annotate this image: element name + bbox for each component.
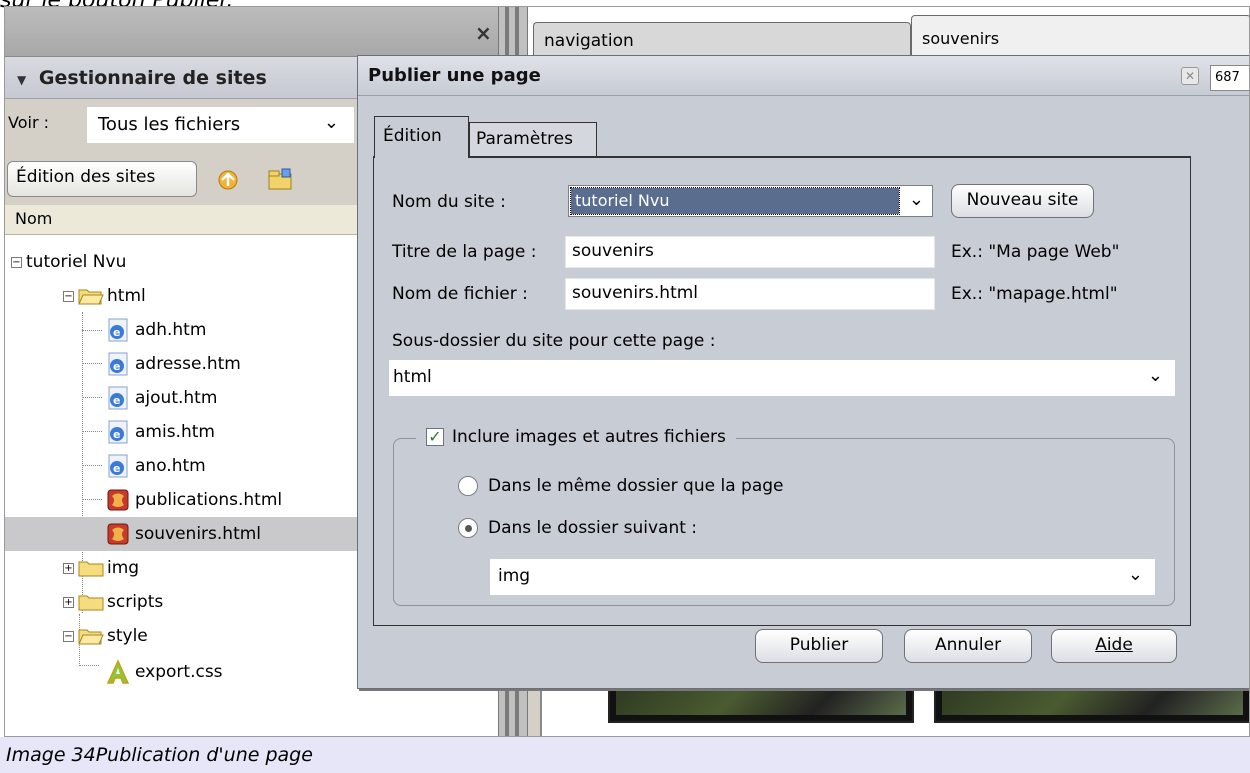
close-icon[interactable]: × xyxy=(475,21,492,45)
tree-item-label: tutoriel Nvu xyxy=(26,252,127,272)
tab-souvenirs[interactable]: souvenirs xyxy=(911,15,1249,58)
svg-text:e: e xyxy=(113,462,120,475)
collapse-icon[interactable]: − xyxy=(63,630,74,642)
ie-page-icon: e xyxy=(108,386,128,410)
tree-item-html-folder[interactable]: − html xyxy=(63,279,146,313)
tab-navigation[interactable]: navigation xyxy=(533,22,911,58)
ie-page-icon: e xyxy=(108,318,128,342)
site-manager-title: Gestionnaire de sites xyxy=(38,67,267,89)
radio-button-selected-icon[interactable] xyxy=(458,518,478,538)
include-files-legend[interactable]: ✓ Inclure images et autres fichiers xyxy=(416,427,736,447)
tree-item-css-file[interactable]: export.css xyxy=(105,655,223,689)
radio-same-folder[interactable]: Dans le même dossier que la page xyxy=(458,476,783,496)
chevron-down-icon: ⌄ xyxy=(908,189,924,210)
tree-item-label: adh.htm xyxy=(135,320,207,340)
screenshot-frame: × ▼ Gestionnaire de sites Voir : Tous le… xyxy=(4,6,1250,737)
tree-item-label: souvenirs.html xyxy=(135,524,262,544)
chevron-down-icon: ⌄ xyxy=(323,112,339,133)
dialog-title: Publier une page xyxy=(368,65,541,86)
new-site-button[interactable]: Nouveau site xyxy=(951,184,1094,218)
ie-page-icon: e xyxy=(108,420,128,444)
tree-item-label: export.css xyxy=(135,662,223,682)
tree-item-file[interactable]: e adresse.htm xyxy=(105,347,241,381)
svg-text:e: e xyxy=(113,326,120,339)
publish-icon[interactable] xyxy=(215,167,241,191)
tab-edition[interactable]: Édition xyxy=(374,116,469,158)
tree-item-img-folder[interactable]: + img xyxy=(63,551,139,585)
tree-item-label: ajout.htm xyxy=(135,388,218,408)
tree-item-label: style xyxy=(107,626,148,646)
radio-following-folder-label: Dans le dossier suivant : xyxy=(488,518,698,538)
page-title-example: Ex.: "Ma page Web" xyxy=(951,242,1120,262)
site-name-value: tutoriel Nvu xyxy=(570,187,900,215)
view-label: Voir : xyxy=(8,113,49,132)
tab-parametres[interactable]: Paramètres xyxy=(469,122,597,156)
chevron-down-icon: ⌄ xyxy=(1127,564,1143,585)
svg-text:e: e xyxy=(113,394,120,407)
publish-button[interactable]: Publier xyxy=(755,629,883,663)
page-title-input[interactable]: souvenirs xyxy=(565,236,935,268)
checkmark-icon[interactable]: ✓ xyxy=(426,428,444,446)
help-button[interactable]: Aide xyxy=(1051,629,1177,663)
collapse-icon[interactable]: − xyxy=(63,290,74,302)
tree-item-style-folder[interactable]: − style xyxy=(63,619,148,653)
tree-item-root[interactable]: − tutoriel Nvu xyxy=(11,245,126,279)
tree-item-file[interactable]: e ano.htm xyxy=(105,449,206,483)
include-files-label: Inclure images et autres fichiers xyxy=(452,427,726,447)
expand-icon[interactable]: + xyxy=(63,562,74,574)
open-folder-icon xyxy=(78,629,104,645)
subfolder-value: html xyxy=(393,367,432,387)
collapse-icon[interactable]: − xyxy=(11,256,22,268)
expand-icon[interactable]: + xyxy=(63,596,74,608)
close-icon[interactable]: ✕ xyxy=(1181,67,1199,85)
view-filter-value: Tous les fichiers xyxy=(98,114,241,135)
tree-item-label: scripts xyxy=(107,592,164,612)
filename-label: Nom de fichier : xyxy=(392,284,528,304)
panel-top-bar: × xyxy=(5,7,498,57)
tree-item-label: html xyxy=(107,286,146,306)
tree-item-file[interactable]: e adh.htm xyxy=(105,313,206,347)
open-folder-icon xyxy=(78,289,104,305)
tree-item-label: ano.htm xyxy=(135,456,206,476)
tree-item-file[interactable]: publications.html xyxy=(105,483,282,517)
edit-sites-button[interactable]: Édition des sites xyxy=(7,161,197,197)
new-folder-icon[interactable] xyxy=(267,167,293,191)
filename-input[interactable]: souvenirs.html xyxy=(565,278,935,310)
nvu-page-icon xyxy=(107,523,129,545)
ie-page-icon: e xyxy=(108,454,128,478)
tree-item-scripts-folder[interactable]: + scripts xyxy=(63,585,163,619)
images-folder-select[interactable]: img ⌄ xyxy=(490,559,1155,595)
collapse-triangle-icon[interactable]: ▼ xyxy=(17,73,26,87)
radio-button-icon[interactable] xyxy=(458,476,478,496)
radio-following-folder[interactable]: Dans le dossier suivant : xyxy=(458,518,697,538)
filename-example: Ex.: "mapage.html" xyxy=(951,284,1118,304)
subfolder-label: Sous-dossier du site pour cette page : xyxy=(392,331,716,351)
images-folder-value: img xyxy=(498,566,531,586)
nvu-page-icon xyxy=(107,489,129,511)
folder-icon xyxy=(78,561,104,577)
zoom-readout: 687 xyxy=(1210,65,1249,91)
dialog-title-bar[interactable]: Publier une page ✕ xyxy=(358,56,1249,96)
figure-caption: Image 34Publication d'une page xyxy=(0,737,1250,773)
tree-item-label: amis.htm xyxy=(135,422,215,442)
svg-text:e: e xyxy=(113,428,120,441)
chevron-down-icon: ⌄ xyxy=(1147,365,1163,386)
site-name-select[interactable]: tutoriel Nvu ⌄ xyxy=(568,185,933,217)
tree-item-label: publications.html xyxy=(135,490,283,510)
site-name-label: Nom du site : xyxy=(392,192,506,212)
cancel-button[interactable]: Annuler xyxy=(904,629,1032,663)
publish-page-dialog: Publier une page ✕ 687 Édition Paramètre… xyxy=(357,55,1249,689)
radio-same-folder-label: Dans le même dossier que la page xyxy=(488,476,784,496)
tree-item-file[interactable]: e ajout.htm xyxy=(105,381,217,415)
tree-item-label: adresse.htm xyxy=(135,354,241,374)
page-title-label: Titre de la page : xyxy=(392,242,537,262)
view-filter-select[interactable]: Tous les fichiers ⌄ xyxy=(87,107,354,143)
tree-item-label: img xyxy=(107,558,140,578)
ie-page-icon: e xyxy=(108,352,128,376)
svg-text:e: e xyxy=(113,360,120,373)
tree-item-file[interactable]: e amis.htm xyxy=(105,415,215,449)
folder-icon xyxy=(78,595,104,611)
subfolder-select[interactable]: html ⌄ xyxy=(389,360,1175,396)
css-file-icon xyxy=(106,659,130,684)
